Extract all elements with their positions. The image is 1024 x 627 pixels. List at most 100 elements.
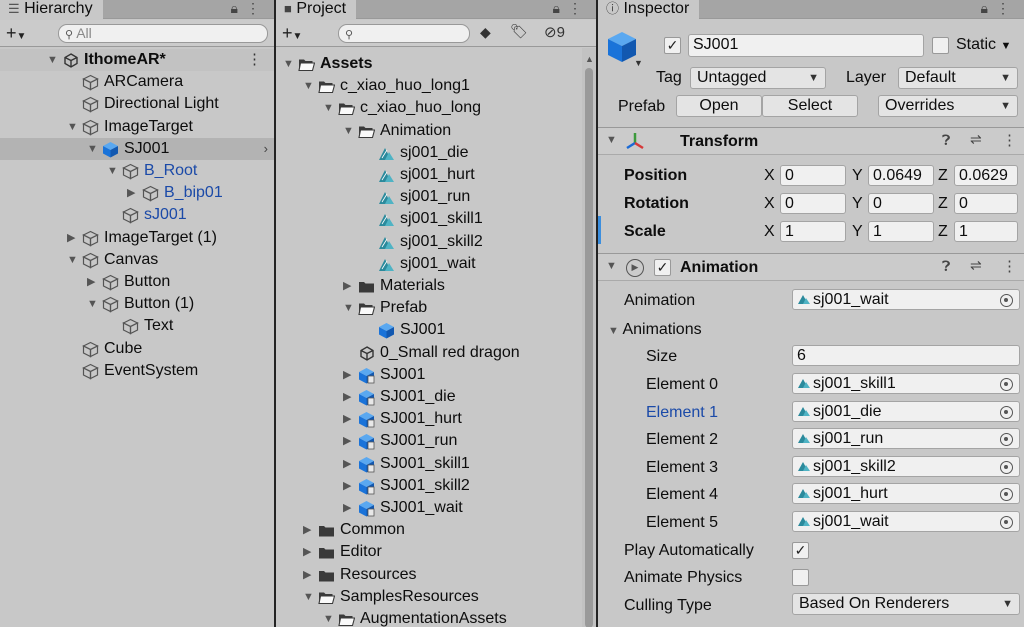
foldout-expanded-icon[interactable]: ▼ xyxy=(323,97,335,119)
active-checkbox[interactable]: ✓ xyxy=(664,37,681,54)
icon-dropdown-caret[interactable]: ▼ xyxy=(634,58,643,68)
scale-x-field[interactable]: 1 xyxy=(780,221,846,242)
foldout-collapsed-icon[interactable]: ▶ xyxy=(343,497,355,519)
rotation-z-field[interactable]: 0 xyxy=(954,193,1018,214)
component-menu-icon[interactable]: ⋮ xyxy=(1002,257,1017,275)
tab-lock-menu-icons[interactable]: 🔒︎⋮ xyxy=(981,0,1018,18)
tree-row[interactable]: ▶ SJ001_run xyxy=(276,430,596,452)
rotation-z-axis-label[interactable]: Z xyxy=(938,195,948,213)
foldout-collapsed-icon[interactable]: ▶ xyxy=(127,182,139,204)
static-checkbox[interactable] xyxy=(932,37,949,54)
foldout-collapsed-icon[interactable]: ▶ xyxy=(343,475,355,497)
position-y-field[interactable]: 0.0649 xyxy=(868,165,934,186)
animation-element-field[interactable]: sj001_die xyxy=(792,400,1020,422)
foldout-expanded-icon[interactable]: ▼ xyxy=(303,586,315,608)
prefab-overrides-dropdown[interactable]: Overrides ▼ xyxy=(878,95,1018,117)
rotation-y-field[interactable]: 0 xyxy=(868,193,934,214)
layer-dropdown[interactable]: Default ▼ xyxy=(898,67,1018,89)
tree-row[interactable]: ARCamera xyxy=(0,71,274,93)
foldout-collapsed-icon[interactable]: ▶ xyxy=(343,386,355,408)
foldout-collapsed-icon[interactable]: ▶ xyxy=(303,541,315,563)
object-picker-icon[interactable] xyxy=(1000,378,1013,391)
search-by-type-icon[interactable]: ◆ xyxy=(480,24,491,41)
object-picker-icon[interactable] xyxy=(1000,516,1013,529)
foldout-expanded-icon[interactable]: ▼ xyxy=(67,249,79,271)
foldout-collapsed-icon[interactable]: ▶ xyxy=(303,564,315,586)
play-automatically-checkbox[interactable]: ✓ xyxy=(792,542,809,559)
scroll-up-icon[interactable]: ▲ xyxy=(585,54,594,64)
tree-row[interactable]: ▶ SJ001_die xyxy=(276,386,596,408)
tree-row[interactable]: sj001_skill2 xyxy=(276,231,596,253)
tree-row[interactable]: ▼ Canvas xyxy=(0,249,274,271)
tag-dropdown[interactable]: Untagged ▼ xyxy=(690,67,826,89)
tree-row[interactable]: sj001_skill1 xyxy=(276,208,596,230)
animation-clip-field[interactable]: sj001_wait xyxy=(792,289,1020,310)
tab-lock-menu-icons[interactable]: 🔒︎⋮ xyxy=(553,0,590,18)
scale-y-field[interactable]: 1 xyxy=(868,221,934,242)
tree-row[interactable]: ▼ SJ001 › xyxy=(0,137,274,160)
position-x-field[interactable]: 0 xyxy=(780,165,846,186)
scale-z-field[interactable]: 1 xyxy=(954,221,1018,242)
animation-element-field[interactable]: sj001_skill2 xyxy=(792,455,1020,477)
object-name-field[interactable]: SJ001 xyxy=(688,34,924,57)
foldout-expanded-icon[interactable]: ▼ xyxy=(323,608,335,627)
preset-icon[interactable]: ⇌ xyxy=(970,131,982,148)
tab-lock-menu-icons[interactable]: 🔒︎⋮ xyxy=(231,0,268,18)
object-picker-icon[interactable] xyxy=(1000,433,1013,447)
tree-row[interactable]: ▼ ImageTarget xyxy=(0,116,274,138)
prefab-select-button[interactable]: Select xyxy=(762,95,858,117)
chevron-right-icon[interactable]: › xyxy=(264,138,268,160)
animation-element-field[interactable]: sj001_skill1 xyxy=(792,373,1020,394)
rotation-y-axis-label[interactable]: Y xyxy=(852,195,863,213)
foldout-expanded-icon[interactable]: ▼ xyxy=(343,297,355,319)
tree-row[interactable]: EventSystem xyxy=(0,360,274,382)
create-dropdown-button[interactable]: +▼ xyxy=(6,22,26,48)
scale-y-axis-label[interactable]: Y xyxy=(852,223,863,241)
position-z-field[interactable]: 0.0629 xyxy=(954,165,1018,186)
help-icon[interactable]: ❓︎ xyxy=(942,132,950,149)
animation-element-field[interactable]: sj001_run xyxy=(792,428,1020,450)
rotation-x-axis-label[interactable]: X xyxy=(764,195,775,213)
object-picker-icon[interactable] xyxy=(1000,488,1013,502)
hierarchy-search-input[interactable]: ⚲ All xyxy=(58,24,268,43)
tree-row[interactable]: ▼ c_xiao_huo_long xyxy=(276,97,596,119)
tree-row[interactable]: Directional Light xyxy=(0,93,274,115)
foldout-collapsed-icon[interactable]: ▶ xyxy=(343,275,355,297)
position-x-axis-label[interactable]: X xyxy=(764,167,775,185)
hidden-packages-button[interactable]: ⊘9 xyxy=(544,23,565,41)
tree-row[interactable]: ▶ Common xyxy=(276,519,596,541)
search-by-label-icon[interactable]: 🏷︎ xyxy=(510,23,528,40)
tree-row[interactable]: sj001_hurt xyxy=(276,164,596,186)
culling-type-dropdown[interactable]: Based On Renderers ▼ xyxy=(792,593,1020,615)
preset-icon[interactable]: ⇌ xyxy=(970,257,982,274)
project-scrollbar[interactable]: ▲ xyxy=(582,48,596,627)
animations-size-field[interactable]: 6 xyxy=(792,345,1020,366)
foldout-collapsed-icon[interactable]: ▶ xyxy=(343,408,355,430)
tree-row[interactable]: ▶ SJ001_hurt xyxy=(276,408,596,430)
foldout-collapsed-icon[interactable]: ▶ xyxy=(303,519,315,541)
animation-element-field[interactable]: sj001_hurt xyxy=(792,483,1020,505)
position-z-axis-label[interactable]: Z xyxy=(938,167,948,185)
foldout-expanded-icon[interactable]: ▼ xyxy=(47,49,59,71)
tree-row[interactable]: ▼ B_Root xyxy=(0,160,274,182)
tree-row[interactable]: sj001_die xyxy=(276,142,596,164)
tree-row[interactable]: ▶ B_bip01 xyxy=(0,182,274,204)
foldout-expanded-icon[interactable]: ▼ xyxy=(107,160,119,182)
tree-row[interactable]: sj001_run xyxy=(276,186,596,208)
project-scroll-thumb[interactable] xyxy=(585,68,593,627)
foldout-collapsed-icon[interactable]: ▶ xyxy=(343,364,355,386)
prefab-open-button[interactable]: Open xyxy=(676,95,762,117)
tree-row[interactable]: ▶ SJ001_wait xyxy=(276,497,596,519)
foldout-expanded-icon[interactable]: ▼ xyxy=(87,293,99,315)
foldout-collapsed-icon[interactable]: ▶ xyxy=(343,430,355,452)
scale-x-axis-label[interactable]: X xyxy=(764,223,775,241)
tree-row[interactable]: ▼ Prefab xyxy=(276,297,596,319)
animate-physics-checkbox[interactable] xyxy=(792,569,809,586)
animations-foldout[interactable]: ▼ Animations xyxy=(608,321,702,339)
static-dropdown[interactable]: Static ▼ xyxy=(956,36,1011,54)
object-picker-icon[interactable] xyxy=(1000,460,1013,474)
tree-row[interactable]: ▶ ImageTarget (1) xyxy=(0,227,274,249)
foldout-collapsed-icon[interactable]: ▶ xyxy=(67,227,79,249)
object-picker-icon[interactable] xyxy=(1000,294,1013,307)
tab-project[interactable]: ■ Project xyxy=(276,0,357,20)
